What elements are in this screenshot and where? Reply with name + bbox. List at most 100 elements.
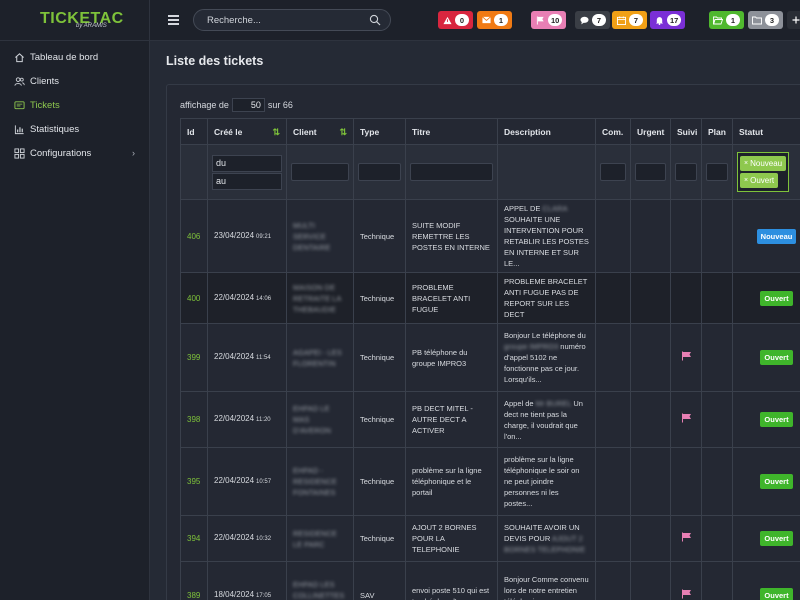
ticket-title[interactable]: problème sur la ligne téléphonique et le… <box>405 447 498 516</box>
remove-chip-icon[interactable]: × <box>744 177 748 184</box>
ticket-id[interactable]: 400 <box>180 272 208 324</box>
ticket-status: Ouvert <box>732 272 800 324</box>
ticket-suivi[interactable] <box>670 272 702 324</box>
search-icon[interactable] <box>369 14 381 26</box>
status-chip-ouvert[interactable]: × Ouvert <box>740 173 779 188</box>
plan-filter-select[interactable] <box>706 163 728 181</box>
status-badge[interactable]: Ouvert <box>760 290 793 306</box>
col-type[interactable]: Type <box>353 118 406 145</box>
ticket-title[interactable]: envoi poste 510 qui est tombé dans l'eau <box>405 561 498 600</box>
table-row[interactable]: 398 22/04/2024 11:20 EHPAD LE MAS D'AVERON T… <box>180 391 800 448</box>
ticket-id[interactable]: 394 <box>180 515 208 562</box>
col-created[interactable]: Créé le ⇅ <box>207 118 287 145</box>
col-suivi[interactable]: Suivi <box>670 118 702 145</box>
col-status[interactable]: Statut <box>732 118 800 145</box>
status-badge[interactable]: Ouvert <box>760 412 793 427</box>
table-row[interactable]: 400 22/04/2024 14:06 MAISON DE RETRAITE LA … <box>180 272 800 324</box>
status-badge[interactable]: Ouvert <box>760 474 793 489</box>
ticket-id[interactable]: 389 <box>180 561 208 600</box>
filter-plan <box>701 144 733 200</box>
status-badge[interactable]: Ouvert <box>760 531 793 546</box>
alert-badge[interactable]: 0 <box>438 11 473 29</box>
table-header: Id Créé le ⇅ Client ⇅ Type Titre Descripti… <box>180 118 800 145</box>
status-filter-select[interactable]: × Nouveau × Ouvert <box>737 152 790 192</box>
date-from-field[interactable]: du <box>212 154 282 172</box>
notification-badge[interactable]: 17 <box>650 11 686 29</box>
add-badge[interactable] <box>787 11 800 29</box>
ticket-client[interactable]: RESIDENCE LE PARC <box>286 515 354 562</box>
ticket-id[interactable]: 406 <box>180 199 208 273</box>
ticket-client[interactable]: EHPAD LES COLLINETTES RES <box>286 561 354 600</box>
ticket-suivi[interactable] <box>670 515 702 562</box>
col-id[interactable]: Id <box>180 118 208 145</box>
ticket-title[interactable]: AJOUT 2 BORNES POUR LA TELEPHONIE <box>405 515 498 562</box>
ticket-suivi[interactable] <box>670 561 702 600</box>
ticket-client[interactable]: MAISON DE RETRAITE LA THEBAUDIE <box>286 272 354 324</box>
filter-client <box>286 144 354 200</box>
logo[interactable]: TICKETAC by ARAMIS <box>0 0 149 41</box>
comments-filter-select[interactable] <box>600 163 626 181</box>
ticket-title[interactable]: PB DECT MITEL - AUTRE DECT A ACTIVER <box>405 391 498 448</box>
table-row[interactable]: 406 23/04/2024 09:21 MULTI SERVICE DENTAIRE… <box>180 199 800 273</box>
ticket-title[interactable]: PROBLEME BRACELET ANTI FUGUE <box>405 272 498 324</box>
ticket-id[interactable]: 398 <box>180 391 208 448</box>
col-comments[interactable]: Com. <box>595 118 631 145</box>
col-created-label: Créé le <box>214 126 243 137</box>
status-chip-nouveau[interactable]: × Nouveau <box>740 156 787 171</box>
sidebar-item-clients[interactable]: Clients <box>0 69 149 93</box>
flag-icon <box>681 413 691 423</box>
sort-icon[interactable]: ⇅ <box>339 127 347 138</box>
client-name-redacted: MULTI SERVICE DENTAIRE <box>293 220 331 252</box>
col-client[interactable]: Client ⇅ <box>286 118 354 145</box>
ticket-client[interactable]: MULTI SERVICE DENTAIRE <box>286 199 354 273</box>
title-filter-input[interactable] <box>410 163 493 181</box>
col-urgent[interactable]: Urgent <box>630 118 671 145</box>
col-plan[interactable]: Plan <box>701 118 733 145</box>
page-size-input[interactable] <box>231 98 265 112</box>
status-badge[interactable]: Ouvert <box>760 350 793 365</box>
remove-chip-icon[interactable]: × <box>744 160 748 167</box>
calendar-badge[interactable]: 7 <box>612 11 647 29</box>
open-folder-badge[interactable]: 1 <box>709 11 744 29</box>
client-filter-input[interactable] <box>291 163 349 181</box>
ticket-status: Ouvert <box>732 561 800 600</box>
table-row[interactable]: 395 22/04/2024 10:57 EHPAD - RESIDENCE FONT… <box>180 447 800 516</box>
type-filter-select[interactable] <box>358 163 401 181</box>
comment-badge[interactable]: 7 <box>575 11 610 29</box>
status-badge[interactable]: Nouveau <box>756 228 797 244</box>
sort-icon[interactable]: ⇅ <box>272 127 280 138</box>
sidebar-item-statistiques[interactable]: Statistiques <box>0 117 149 141</box>
notification-count: 17 <box>667 14 682 26</box>
ticket-suivi[interactable] <box>670 323 702 392</box>
col-description[interactable]: Description <box>497 118 596 145</box>
ticket-client[interactable]: AGAPEI - LES FLORENTIN <box>286 323 354 392</box>
col-title[interactable]: Titre <box>405 118 498 145</box>
sidebar-item-tableau-de-bord[interactable]: Tableau de bord <box>0 45 149 69</box>
ticket-client[interactable]: EHPAD LE MAS D'AVERON <box>286 391 354 448</box>
ticket-suivi[interactable] <box>670 447 702 516</box>
table-row[interactable]: 394 22/04/2024 10:32 RESIDENCE LE PARC Techn… <box>180 515 800 562</box>
sidebar-item-configurations[interactable]: Configurations › <box>0 141 149 165</box>
ticket-suivi[interactable] <box>670 199 702 273</box>
ticket-id[interactable]: 395 <box>180 447 208 516</box>
mail-badge[interactable]: 1 <box>477 11 512 29</box>
table-row[interactable]: 399 22/04/2024 11:54 AGAPEI - LES FLORENTIN… <box>180 323 800 392</box>
ticket-title[interactable]: SUITE MODIF REMETTRE LES POSTES EN INTER… <box>405 199 498 273</box>
search-input[interactable]: Recherche... <box>193 9 391 31</box>
ticket-status: Ouvert <box>732 515 800 562</box>
ticket-title[interactable]: PB téléphone du groupe IMPRO3 <box>405 323 498 392</box>
ticket-id[interactable]: 399 <box>180 323 208 392</box>
folder-count: 3 <box>765 14 779 26</box>
status-badge[interactable]: Ouvert <box>760 588 793 600</box>
urgent-filter-select[interactable] <box>635 163 666 181</box>
ticket-client[interactable]: EHPAD - RESIDENCE FONTAINES <box>286 447 354 516</box>
ticket-plan <box>701 272 733 324</box>
sidebar-item-tickets[interactable]: Tickets <box>0 93 149 117</box>
date-to-field[interactable]: au <box>212 172 282 190</box>
table-row[interactable]: 389 18/04/2024 17:05 EHPAD LES COLLINETTES … <box>180 561 800 600</box>
ticket-suivi[interactable] <box>670 391 702 448</box>
suivi-filter-select[interactable] <box>675 163 697 181</box>
flag-badge[interactable]: 10 <box>531 11 567 29</box>
folder-badge[interactable]: 3 <box>748 11 783 29</box>
hamburger-menu-icon[interactable] <box>168 15 179 25</box>
